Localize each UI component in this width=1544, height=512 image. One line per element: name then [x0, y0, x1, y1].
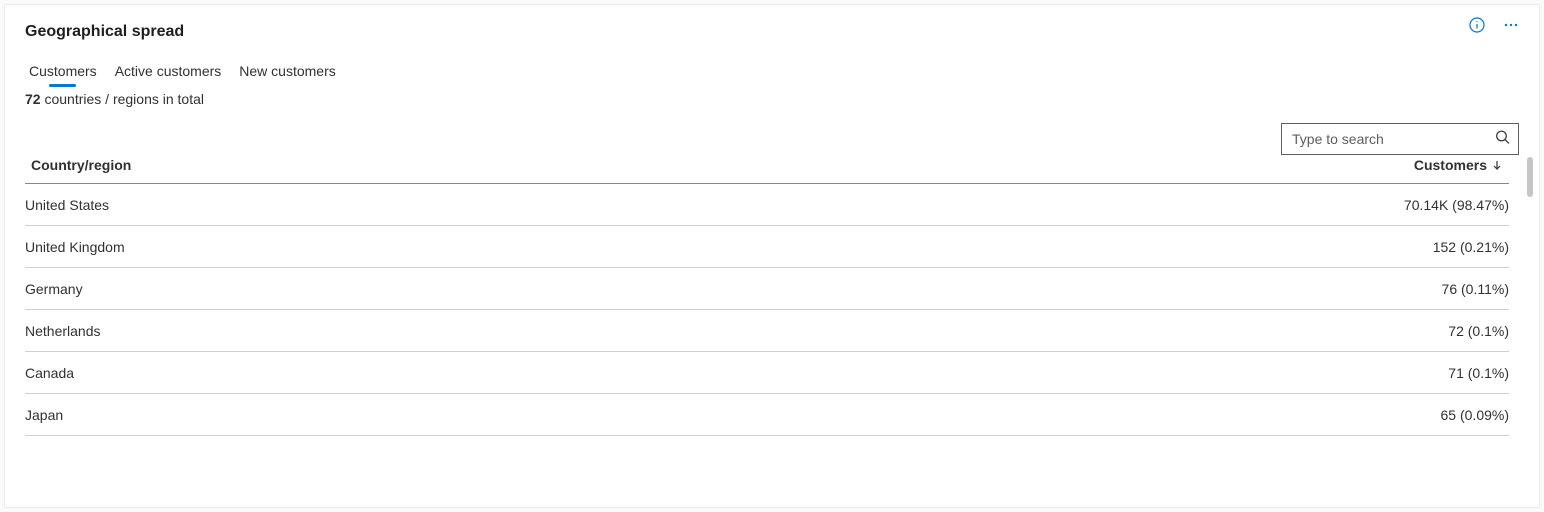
cell-value: 152 (0.21%)	[1433, 239, 1509, 255]
cell-value: 72 (0.1%)	[1448, 323, 1509, 339]
tab-active-customers[interactable]: Active customers	[115, 63, 222, 85]
more-options-icon[interactable]	[1501, 15, 1521, 35]
search-wrap	[1281, 123, 1519, 155]
table-row[interactable]: United Kingdom 152 (0.21%)	[25, 226, 1509, 268]
cell-value: 65 (0.09%)	[1441, 407, 1509, 423]
cell-country: Germany	[25, 281, 83, 297]
tabs: Customers Active customers New customers	[25, 63, 1519, 85]
table-row[interactable]: Canada 71 (0.1%)	[25, 352, 1509, 394]
cell-country: Netherlands	[25, 323, 101, 339]
cell-value: 70.14K (98.47%)	[1404, 197, 1509, 213]
sort-descending-icon	[1491, 159, 1503, 171]
cell-value: 76 (0.11%)	[1442, 281, 1509, 297]
cell-country: United States	[25, 197, 109, 213]
summary-suffix: countries / regions in total	[41, 91, 204, 107]
table-header-row: Country/region Customers	[25, 157, 1509, 184]
summary-count: 72	[25, 91, 41, 107]
search-input[interactable]	[1281, 123, 1519, 155]
column-customers-label: Customers	[1414, 157, 1487, 173]
table-body: United States 70.14K (98.47%) United Kin…	[25, 184, 1509, 436]
scrollbar-thumb[interactable]	[1527, 157, 1533, 197]
card-actions	[1467, 15, 1521, 35]
tab-customers[interactable]: Customers	[29, 63, 97, 85]
table: Country/region Customers United States 7…	[25, 157, 1519, 436]
table-row[interactable]: Germany 76 (0.11%)	[25, 268, 1509, 310]
card-title: Geographical spread	[25, 23, 184, 41]
geographical-spread-card: Geographical spread Customers Active cus…	[4, 4, 1540, 508]
column-country-region[interactable]: Country/region	[31, 157, 131, 173]
table-row[interactable]: United States 70.14K (98.47%)	[25, 184, 1509, 226]
table-row[interactable]: Japan 65 (0.09%)	[25, 394, 1509, 436]
card-header: Geographical spread	[25, 23, 1519, 55]
info-icon[interactable]	[1467, 15, 1487, 35]
scrollbar-track[interactable]	[1525, 157, 1533, 436]
summary-line: 72 countries / regions in total	[25, 91, 1519, 107]
cell-country: Canada	[25, 365, 74, 381]
tab-new-customers[interactable]: New customers	[239, 63, 335, 85]
table-row[interactable]: Netherlands 72 (0.1%)	[25, 310, 1509, 352]
column-customers[interactable]: Customers	[1414, 157, 1503, 173]
cell-country: Japan	[25, 407, 63, 423]
cell-value: 71 (0.1%)	[1448, 365, 1509, 381]
cell-country: United Kingdom	[25, 239, 125, 255]
